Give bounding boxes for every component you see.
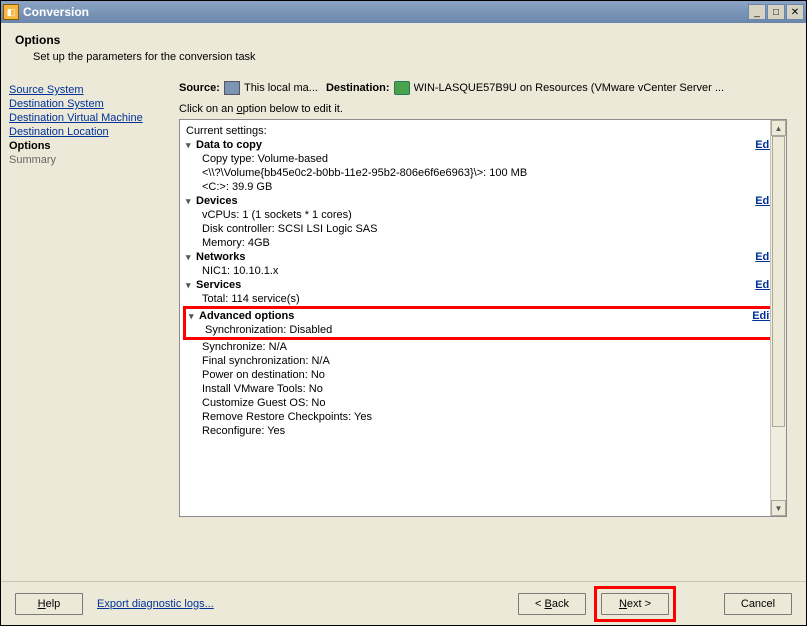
expand-icon: ▾ (189, 311, 199, 322)
close-button[interactable]: ✕ (786, 4, 804, 20)
sidebar-item-destination-vm[interactable]: Destination Virtual Machine (9, 111, 171, 125)
sidebar-item-destination-location[interactable]: Destination Location (9, 125, 171, 139)
hint-text: Click on an option below to edit it. (179, 101, 798, 119)
source-label: Source: (179, 82, 220, 94)
expand-icon: ▾ (186, 252, 196, 263)
export-logs-link[interactable]: Export diagnostic logs... (97, 598, 214, 610)
list-item: <C:>: 39.9 GB (186, 180, 780, 194)
page-title: Options (15, 33, 792, 47)
list-item: Install VMware Tools: No (186, 382, 780, 396)
conversion-dialog: ◧ Conversion _ □ ✕ Options Set up the pa… (0, 0, 807, 626)
expand-icon: ▾ (186, 140, 196, 151)
section-devices[interactable]: ▾ Devices Edit (186, 194, 780, 208)
header: Options Set up the parameters for the co… (1, 23, 806, 77)
section-services[interactable]: ▾ Services Edit (186, 278, 780, 292)
window-buttons: _ □ ✕ (748, 4, 804, 20)
expand-icon: ▾ (186, 196, 196, 207)
list-item: Reconfigure: Yes (186, 424, 780, 438)
list-item: NIC1: 10.10.1.x (186, 264, 780, 278)
back-button[interactable]: < Back (518, 593, 586, 615)
sidebar-item-source-system[interactable]: Source System (9, 83, 171, 97)
list-item: Customize Guest OS: No (186, 396, 780, 410)
minimize-button[interactable]: _ (748, 4, 766, 20)
destination-value: WIN-LASQUE57B9U on Resources (VMware vCe… (414, 82, 725, 94)
titlebar: ◧ Conversion _ □ ✕ (1, 1, 806, 23)
list-item: Power on destination: No (186, 368, 780, 382)
section-networks[interactable]: ▾ Networks Edit (186, 250, 780, 264)
scroll-thumb[interactable] (772, 136, 785, 427)
main-panel: Source: This local ma... Destination: WI… (179, 77, 798, 517)
list-item: Final synchronization: N/A (186, 354, 780, 368)
highlighted-next: Next > (594, 586, 676, 622)
list-item: Disk controller: SCSI LSI Logic SAS (186, 222, 780, 236)
sidebar-item-summary: Summary (9, 153, 171, 167)
help-button[interactable]: Help (15, 593, 83, 615)
server-icon (394, 81, 410, 95)
list-item: Copy type: Volume-based (186, 152, 780, 166)
list-item: Synchronization: Disabled (189, 323, 777, 337)
source-value: This local ma... (244, 82, 318, 94)
list-item: Synchronize: N/A (186, 340, 780, 354)
list-item: Remove Restore Checkpoints: Yes (186, 410, 780, 424)
settings-content: Current settings: ▾ Data to copy Edit Co… (180, 120, 786, 442)
body: Source System Destination System Destina… (1, 77, 806, 517)
section-data-to-copy[interactable]: ▾ Data to copy Edit (186, 138, 780, 152)
list-item: vCPUs: 1 (1 sockets * 1 cores) (186, 208, 780, 222)
cancel-button[interactable]: Cancel (724, 593, 792, 615)
sidebar-item-options: Options (9, 139, 171, 153)
titlebar-text: Conversion (23, 5, 748, 19)
computer-icon (224, 81, 240, 95)
maximize-button[interactable]: □ (767, 4, 785, 20)
scroll-down-button[interactable]: ▼ (771, 500, 786, 516)
destination-label: Destination: (326, 82, 390, 94)
source-dest-row: Source: This local ma... Destination: WI… (179, 77, 798, 101)
next-button[interactable]: Next > (601, 593, 669, 615)
scroll-up-button[interactable]: ▲ (771, 120, 786, 136)
app-icon: ◧ (3, 4, 19, 20)
page-subtitle: Set up the parameters for the conversion… (33, 51, 792, 63)
sidebar-item-destination-system[interactable]: Destination System (9, 97, 171, 111)
list-item: <\\?\Volume{bb45e0c2-b0bb-11e2-95b2-806e… (186, 166, 780, 180)
expand-icon: ▾ (186, 280, 196, 291)
wizard-steps-sidebar: Source System Destination System Destina… (9, 77, 171, 517)
footer: Help Export diagnostic logs... < Back Ne… (1, 581, 806, 625)
list-item: Memory: 4GB (186, 236, 780, 250)
section-advanced-options[interactable]: ▾ Advanced options Edit (189, 309, 777, 323)
vertical-scrollbar[interactable]: ▲ ▼ (770, 120, 786, 516)
settings-listbox: Current settings: ▾ Data to copy Edit Co… (179, 119, 787, 517)
highlighted-section-advanced: ▾ Advanced options Edit Synchronization:… (183, 306, 783, 340)
list-item: Total: 114 service(s) (186, 292, 780, 306)
current-settings-label: Current settings: (186, 124, 780, 138)
scroll-track[interactable] (771, 136, 786, 500)
